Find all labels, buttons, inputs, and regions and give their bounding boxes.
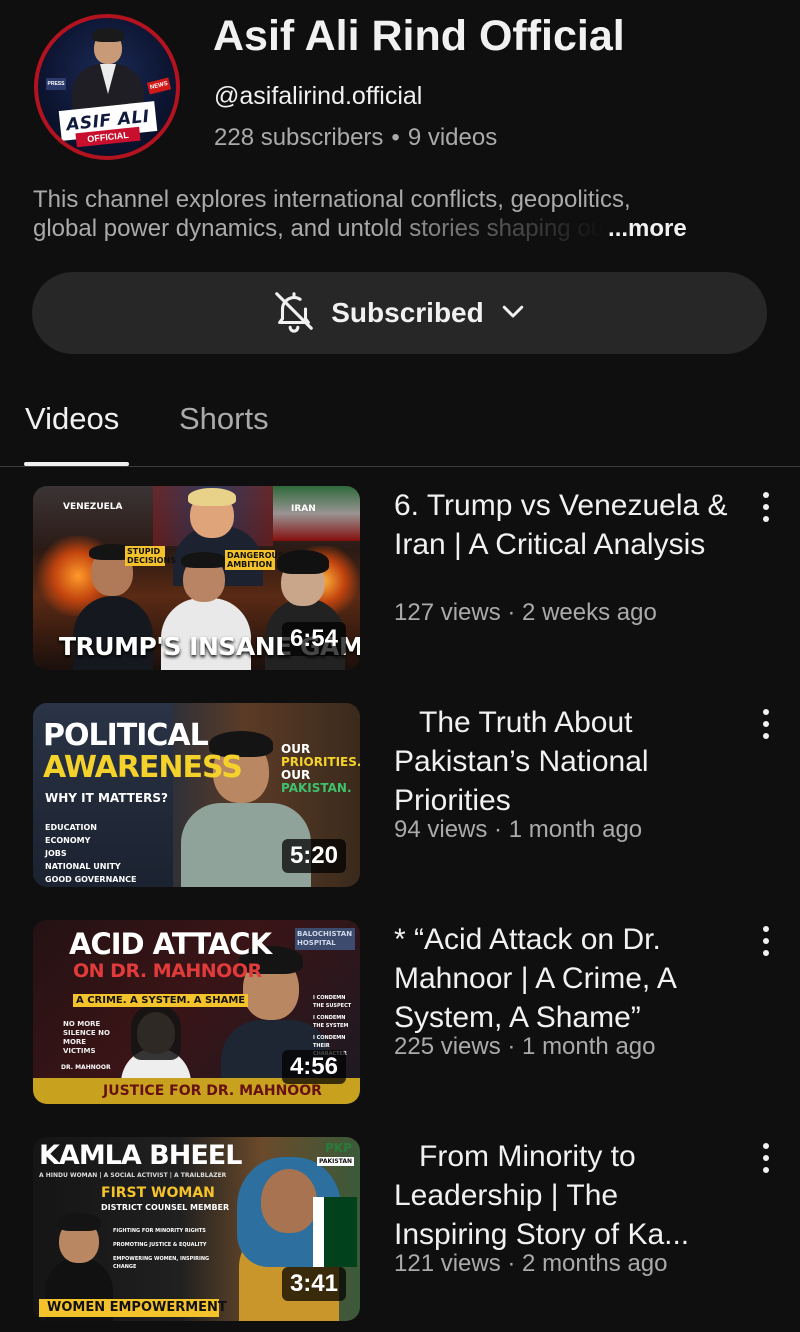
thumb-note: NO MORE SILENCE NO MORE VICTIMS — [63, 1020, 110, 1055]
thumb-subhead: A CRIME. A SYSTEM. A SHAME — [73, 994, 249, 1007]
point-item: I CONDEMN THE SUSPECT — [313, 995, 352, 1009]
video-duration: 4:56 — [281, 1050, 346, 1084]
thumb-headline-1: POLITICAL — [43, 718, 209, 753]
channel-name: Asif Ali Rind Official — [213, 12, 625, 60]
checklist-item: JOBS — [45, 849, 67, 858]
thumb-side-text: OUR PRIORITIES. OUR PAKISTAN. — [281, 743, 360, 795]
more-options-icon[interactable] — [756, 1143, 776, 1173]
tab-shorts[interactable]: Shorts — [179, 401, 269, 437]
thumb-headline-2: ON DR. MAHNOOR — [73, 960, 262, 982]
thumb-person-turban — [277, 550, 329, 574]
video-item[interactable]: ACID ATTACK ON DR. MAHNOOR A CRIME. A SY… — [0, 920, 800, 1110]
video-meta: 94 views · 1 month ago — [394, 816, 643, 843]
video-thumbnail[interactable]: KAMLA BHEEL A HINDU WOMAN | A SOCIAL ACT… — [33, 1137, 360, 1321]
thumb-tag-right: IRAN — [291, 504, 316, 514]
video-count: 9 videos — [407, 124, 498, 151]
video-duration: 5:20 — [281, 839, 346, 873]
video-thumbnail[interactable]: POLITICAL AWARENESS WHY IT MATTERS? EDUC… — [33, 703, 360, 887]
point-item: I CONDEMN THE SYSTEM — [313, 1015, 349, 1029]
video-duration: 6:54 — [281, 622, 346, 656]
video-item[interactable]: KAMLA BHEEL A HINDU WOMAN | A SOCIAL ACT… — [0, 1137, 800, 1327]
video-item[interactable]: POLITICAL AWARENESS WHY IT MATTERS? EDUC… — [0, 703, 800, 893]
thumb-points: FIGHTING FOR MINORITY RIGHTS PROMOTING J… — [113, 1227, 213, 1271]
thumb-points: I CONDEMN THE SUSPECT I CONDEMN THE SYST… — [313, 994, 357, 1058]
thumb-tag-left: VENEZUELA — [63, 502, 123, 512]
more-options-icon[interactable] — [756, 926, 776, 956]
thumb-footer: WOMEN EMPOWERMENT — [47, 1300, 227, 1315]
thumb-checklist: EDUCATION ECONOMY JOBS NATIONAL UNITY GO… — [45, 821, 136, 886]
tab-videos[interactable]: Videos — [25, 401, 119, 437]
thumb-pakistan-flag — [313, 1197, 357, 1267]
thumb-footer: JUSTICE FOR DR. MAHNOOR — [103, 1083, 322, 1099]
thumb-person-head — [261, 1169, 317, 1233]
checklist-item: NATIONAL UNITY — [45, 862, 121, 871]
channel-page: PRESS NEWS ASIF ALI OFFICIAL Asif Ali Ri… — [0, 0, 800, 1332]
tabs-divider — [0, 466, 800, 467]
thumb-headline-1: ACID ATTACK — [69, 927, 272, 961]
description-line-2-wrap: global power dynamics, and untold storie… — [33, 214, 773, 243]
channel-avatar[interactable]: PRESS NEWS ASIF ALI OFFICIAL — [34, 14, 180, 160]
thumb-flag-iran — [273, 486, 360, 541]
thumb-person-hair — [57, 1213, 101, 1231]
checklist-item: EDUCATION — [45, 823, 97, 832]
thumb-person-hair — [181, 552, 227, 568]
point-item: EMPOWERING WOMEN, INSPIRING CHANGE — [113, 1256, 210, 1270]
channel-description[interactable]: This channel explores international conf… — [33, 185, 773, 243]
video-meta: 225 views · 1 month ago — [394, 1033, 656, 1060]
more-options-icon[interactable] — [756, 492, 776, 522]
subscribed-label: Subscribed — [331, 297, 484, 328]
thumb-logo-mark: PKP — [325, 1141, 352, 1155]
subscribed-button[interactable]: Subscribed — [32, 272, 767, 354]
avatar-news-tag: NEWS — [146, 77, 172, 95]
video-title[interactable]: The Truth About Pakistan’s National Prio… — [394, 703, 739, 820]
bell-off-icon — [271, 288, 317, 339]
avatar-press-tag: PRESS — [46, 78, 66, 90]
checklist-item: ECONOMY — [45, 836, 91, 845]
thumb-first-woman: FIRST WOMAN — [101, 1185, 215, 1201]
thumb-subhead: A HINDU WOMAN | A SOCIAL ACTIVIST | A TR… — [39, 1172, 227, 1179]
more-link[interactable]: ...more — [608, 214, 687, 243]
thumb-member: DISTRICT COUNSEL MEMBER — [101, 1203, 230, 1212]
description-line-2: global power dynamics, and untold storie… — [33, 215, 605, 242]
chevron-down-icon — [498, 296, 528, 331]
video-meta: 121 views · 2 months ago — [394, 1250, 668, 1277]
more-options-icon[interactable] — [756, 709, 776, 739]
video-title[interactable]: From Minority to Leadership | The Inspir… — [394, 1137, 739, 1254]
video-thumbnail[interactable]: ACID ATTACK ON DR. MAHNOOR A CRIME. A SY… — [33, 920, 360, 1104]
stats-separator: • — [391, 124, 400, 151]
video-meta: 127 views · 2 weeks ago — [394, 599, 657, 626]
video-title[interactable]: 6. Trump vs Venezuela & Iran | A Critica… — [394, 486, 739, 564]
thumb-logo: PAKISTAN — [317, 1157, 354, 1166]
thumb-subhead: WHY IT MATTERS? — [45, 791, 168, 805]
thumb-headline: KAMLA BHEEL — [39, 1140, 242, 1171]
thumb-badge: STUPID DECISIONS — [125, 546, 176, 566]
subscriber-count: 228 subscribers — [214, 124, 384, 151]
thumb-person-hair — [188, 488, 236, 506]
thumb-caption: DR. MAHNOOR — [61, 1064, 111, 1071]
point-item: FIGHTING FOR MINORITY RIGHTS — [113, 1228, 206, 1234]
thumb-hospital-sign: BALOCHISTAN HOSPITAL — [295, 928, 355, 950]
video-item[interactable]: VENEZUELA IRAN STUPID DECISIONS DANGEROU… — [0, 486, 800, 676]
video-duration: 3:41 — [281, 1267, 346, 1301]
point-item: PROMOTING JUSTICE & EQUALITY — [113, 1242, 207, 1248]
channel-tabs: Videos Shorts — [0, 395, 800, 467]
video-thumbnail[interactable]: VENEZUELA IRAN STUPID DECISIONS DANGEROU… — [33, 486, 360, 670]
thumb-badge: DANGEROUS AMBITION — [225, 550, 284, 570]
video-title[interactable]: * “Acid Attack on Dr. Mahnoor | A Crime,… — [394, 920, 739, 1037]
description-line-1: This channel explores international conf… — [33, 186, 631, 213]
channel-handle: @asifalirind.official — [214, 82, 423, 110]
thumb-headline-2: AWARENESS — [43, 750, 243, 785]
checklist-item: GOOD GOVERNANCE — [45, 875, 137, 884]
thumb-person-hair — [131, 1006, 181, 1060]
side-line: PAKISTAN. — [281, 781, 352, 795]
avatar-figure-hair — [92, 28, 124, 42]
channel-stats: 228 subscribers • 9 videos — [214, 124, 497, 152]
